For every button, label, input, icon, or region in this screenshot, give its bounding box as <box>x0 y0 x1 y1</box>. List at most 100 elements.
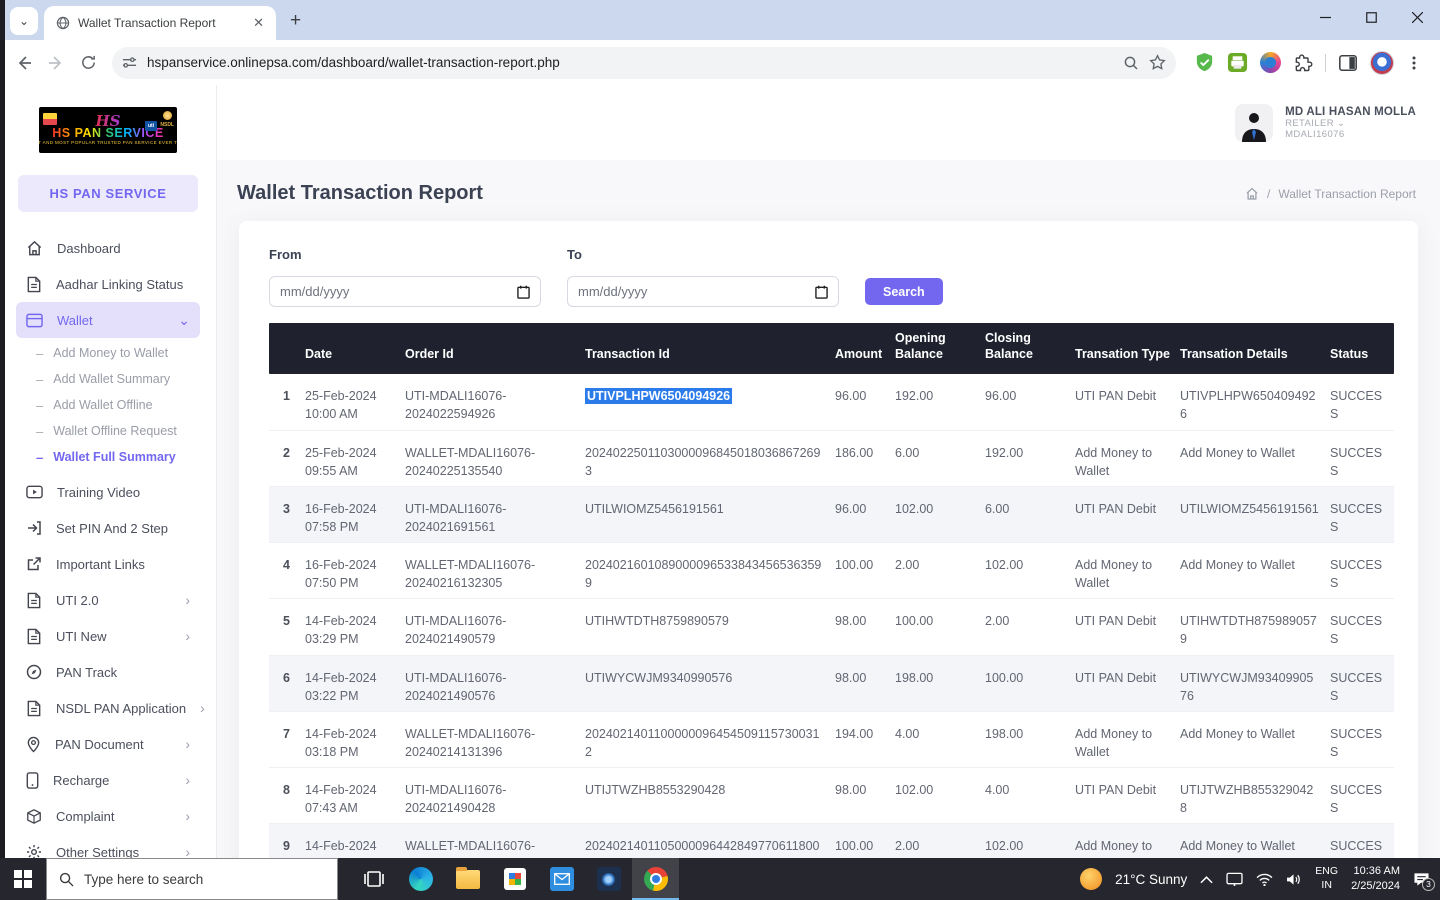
forward-button[interactable] <box>42 49 70 77</box>
sidebar-subitem-add-wallet-summary[interactable]: –Add Wallet Summary <box>16 366 200 392</box>
color-circle-extension-icon[interactable] <box>1260 52 1281 73</box>
notification-center-button[interactable]: 3 <box>1413 872 1430 887</box>
sidebar-item-nsdl-pan-application[interactable]: NSDL PAN Application › <box>16 690 200 726</box>
volume-icon[interactable] <box>1286 873 1302 886</box>
transaction-id[interactable]: 20240214011050000964428497706118003 <box>585 839 820 858</box>
calendar-icon[interactable] <box>815 285 828 299</box>
sidebar-item-aadhar-linking-status[interactable]: Aadhar Linking Status <box>16 266 200 302</box>
wifi-icon[interactable] <box>1256 873 1273 886</box>
sidebar-item-dashboard[interactable]: Dashboard <box>16 230 200 266</box>
zoom-icon[interactable] <box>1123 55 1139 71</box>
weather-sun-icon[interactable] <box>1080 868 1102 890</box>
row-opening-balance: 4.00 <box>895 712 985 749</box>
reload-button[interactable] <box>74 49 102 77</box>
row-opening-balance: 102.00 <box>895 768 985 805</box>
table-body: 1 25-Feb-202410:00 AM UTI-MDALI16076-202… <box>269 374 1394 858</box>
cast-icon[interactable] <box>1226 872 1243 886</box>
taskbar-edge[interactable] <box>397 858 444 900</box>
gear-icon <box>26 844 42 858</box>
sidebar-item-pan-track[interactable]: PAN Track <box>16 654 200 690</box>
address-bar[interactable]: hspanservice.onlinepsa.com/dashboard/wal… <box>112 47 1176 79</box>
start-button[interactable] <box>0 858 46 900</box>
sidebar-item-other-settings[interactable]: Other Settings › <box>16 834 200 858</box>
bookmark-star-icon[interactable] <box>1149 54 1166 71</box>
sidebar-subitem-add-wallet-offline[interactable]: –Add Wallet Offline <box>16 392 200 418</box>
language-indicator[interactable]: ENGIN <box>1315 865 1338 892</box>
transaction-id[interactable]: 20240216010890000965338434565363599 <box>585 558 821 590</box>
window-maximize-button[interactable] <box>1348 0 1394 34</box>
side-panel-icon[interactable] <box>1338 53 1358 73</box>
window-close-button[interactable] <box>1394 0 1440 34</box>
sidebar-item-important-links[interactable]: Important Links <box>16 546 200 582</box>
row-amount: 186.00 <box>835 431 895 468</box>
extensions-puzzle-icon[interactable] <box>1293 53 1313 73</box>
sidebar-subitem-add-money-to-wallet[interactable]: –Add Money to Wallet <box>16 340 200 366</box>
taskbar-photos-app[interactable] <box>585 858 632 900</box>
sidebar-item-complaint[interactable]: Complaint › <box>16 798 200 834</box>
sidebar-subitem-wallet-full-summary[interactable]: –Wallet Full Summary <box>16 444 200 470</box>
back-button[interactable] <box>10 49 38 77</box>
taskbar-file-explorer[interactable] <box>444 858 491 900</box>
transaction-id[interactable]: UTIWYCWJM9340990576 <box>585 671 732 685</box>
sidebar-item-training-video[interactable]: Training Video <box>16 474 200 510</box>
tray-chevron-up-icon[interactable] <box>1200 875 1213 884</box>
calendar-icon[interactable] <box>517 285 530 299</box>
url-text[interactable]: hspanservice.onlinepsa.com/dashboard/wal… <box>147 55 1113 70</box>
transactions-table: Date Order Id Transaction Id Amount Open… <box>269 323 1394 858</box>
row-status: SUCCESS <box>1330 487 1394 542</box>
transaction-id[interactable]: 20240225011030000968450180368672693 <box>585 446 820 478</box>
transaction-id[interactable]: UTIJTWZHB8553290428 <box>585 783 725 797</box>
transaction-id[interactable]: 20240214011000000964545091157300312 <box>585 727 820 759</box>
taskbar-search-box[interactable]: Type here to search <box>46 858 338 900</box>
user-menu[interactable]: MD ALI HASAN MOLLA RETAILER ⌄ MDALI16076 <box>1235 104 1416 142</box>
row-closing-balance: 102.00 <box>985 543 1075 580</box>
new-tab-button[interactable]: + <box>290 10 301 32</box>
window-minimize-button[interactable] <box>1302 0 1348 34</box>
site-info-icon[interactable] <box>122 55 137 70</box>
browser-profile-avatar[interactable] <box>1370 51 1394 75</box>
tab-close-button[interactable]: ✕ <box>249 15 268 31</box>
to-date-input[interactable]: mm/dd/yyyy <box>567 276 839 307</box>
row-closing-balance: 100.00 <box>985 656 1075 693</box>
date-value: 16-Feb-2024 <box>305 556 395 574</box>
taskbar-clock[interactable]: 10:36 AM2/25/2024 <box>1351 864 1400 894</box>
home-icon[interactable] <box>1245 187 1259 201</box>
taskbar-chrome[interactable] <box>632 858 679 900</box>
sidebar-item-set-pin-2step[interactable]: Set PIN And 2 Step <box>16 510 200 546</box>
page-title: Wallet Transaction Report <box>237 182 483 205</box>
taskbar-store[interactable] <box>491 858 538 900</box>
search-button[interactable]: Search <box>865 278 943 305</box>
tab-search-button[interactable]: ⌄ <box>10 7 38 35</box>
row-amount: 194.00 <box>835 712 895 749</box>
row-transation-type: Add Money to Wallet <box>1075 543 1180 598</box>
table-header-row: Date Order Id Transaction Id Amount Open… <box>269 323 1394 374</box>
weather-text[interactable]: 21°C Sunny <box>1115 872 1187 887</box>
document-icon <box>26 276 42 293</box>
sidebar-item-uti-20[interactable]: UTI 2.0 › <box>16 582 200 618</box>
tab-title: Wallet Transaction Report <box>78 16 241 30</box>
sidebar-item-pan-document[interactable]: PAN Document › <box>16 726 200 762</box>
browser-tab[interactable]: Wallet Transaction Report ✕ <box>44 6 276 40</box>
browser-menu-kebab-icon[interactable] <box>1406 55 1422 71</box>
row-seq: 2 <box>269 431 305 468</box>
row-transation-type: UTI PAN Debit <box>1075 656 1180 693</box>
table-row: 8 14-Feb-202407:43 AM UTI-MDALI16076-202… <box>269 768 1394 824</box>
from-date-input[interactable]: mm/dd/yyyy <box>269 276 541 307</box>
task-view-button[interactable] <box>350 858 397 900</box>
chevron-right-icon: › <box>200 700 205 716</box>
row-opening-balance: 2.00 <box>895 824 985 858</box>
sidebar-item-uti-new[interactable]: UTI New › <box>16 618 200 654</box>
sidebar-item-recharge[interactable]: Recharge › <box>16 762 200 798</box>
date-value: 14-Feb-2024 <box>305 669 395 687</box>
sidebar-subitem-wallet-offline-request[interactable]: –Wallet Offline Request <box>16 418 200 444</box>
sidebar-item-wallet[interactable]: Wallet ⌄ <box>16 302 200 338</box>
adguard-extension-icon[interactable] <box>1194 52 1215 73</box>
windows-taskbar: Type here to search 21°C Sunny ENGIN 10:… <box>0 858 1440 900</box>
transaction-id[interactable]: UTIVPLHPW6504094926 <box>585 388 732 404</box>
taskbar-mail[interactable] <box>538 858 585 900</box>
printer-extension-icon[interactable] <box>1227 52 1248 73</box>
transaction-id[interactable]: UTILWIOMZ5456191561 <box>585 502 724 516</box>
chrome-icon <box>644 867 668 891</box>
row-date: 14-Feb-202403:29 PM <box>305 599 405 654</box>
transaction-id[interactable]: UTIHWTDTH8759890579 <box>585 614 729 628</box>
